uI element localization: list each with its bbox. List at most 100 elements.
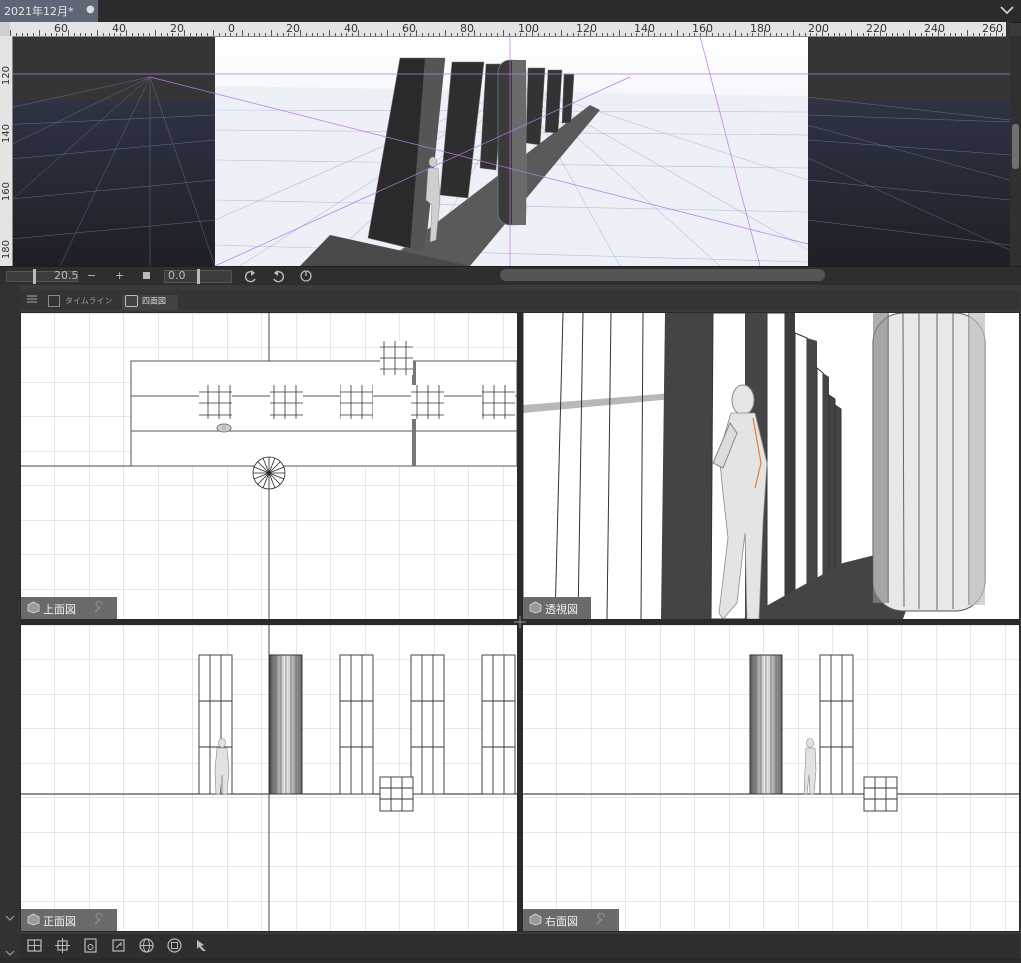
view-label-right-text: 右面図 [545,915,578,928]
ruler-tick [682,33,684,36]
ruler-tick [387,30,388,36]
ruler-tick [798,33,800,36]
ruler-tick [723,33,725,36]
rotate-right-icon[interactable] [271,269,285,283]
ruler-tick [137,33,139,36]
rotation-slider-handle[interactable] [197,269,200,284]
ruler-tick [68,30,69,36]
view-label-front-text: 正面図 [43,915,76,928]
ruler-tick [479,33,481,36]
ruler-tick [439,33,441,36]
perspective-view[interactable]: 透視図 [523,313,1019,619]
view-label-top-text: 上面図 [43,603,76,616]
ruler-tick [56,33,58,36]
canvas-area[interactable] [0,22,1010,266]
panel-menu-icon[interactable] [25,292,39,306]
view-label-perspective[interactable]: 透視図 [523,597,591,619]
ruler-left: 120 140 160 180 [0,36,13,266]
document-tab-close-icon[interactable]: ● [86,4,95,15]
scrollbar-thumb[interactable] [1012,124,1019,169]
ruler-tick [207,33,209,36]
ruler-tick [230,33,232,36]
view-label-top[interactable]: 上面図 [21,597,117,619]
ruler-top-label: 0 [228,22,235,35]
ruler-tick [503,30,504,36]
ruler-tick [555,33,557,36]
ruler-tick [671,33,673,36]
perspective-view-drawing [523,313,1019,619]
ruler-tick [445,30,446,36]
ruler-tick [213,30,214,36]
fit-window-icon[interactable] [143,272,150,279]
ruler-tick [636,33,638,36]
camera-icon [125,295,138,307]
zoom-in-button[interactable]: + [115,269,124,282]
ruler-tick [532,30,533,36]
ruler-tick [242,30,243,36]
ruler-tick [300,30,301,36]
ruler-tick [352,33,354,36]
ruler-tick [897,33,899,36]
ruler-tick [775,33,777,36]
ruler-tick [978,33,980,36]
rotate-left-icon[interactable] [244,269,258,283]
front-view[interactable]: 正面図 [21,625,517,931]
zoom-value[interactable]: 20.5 [54,269,79,282]
wrench-icon[interactable] [93,601,106,614]
ruler-tick [253,33,255,36]
ruler-tick [769,33,771,36]
wrench-icon[interactable] [93,913,106,926]
target-icon[interactable] [166,937,183,954]
ruler-tick [845,33,847,36]
ruler-tick [781,33,783,36]
ruler-tick [909,30,910,36]
camera-icon[interactable] [82,937,99,954]
top-view[interactable]: 上面図 [21,313,517,619]
pin-icon[interactable] [194,937,211,954]
layout-icon[interactable] [26,937,43,954]
sphere-icon[interactable] [138,937,155,954]
cylinder-top [252,456,286,490]
chevron-down-icon[interactable] [5,914,15,922]
center-icon[interactable] [54,937,71,954]
tab-four-view[interactable]: 四面図 [122,295,178,310]
light-icon[interactable] [110,937,127,954]
ruler-tick [363,33,365,36]
tab-four-view-label: 四面図 [142,296,166,306]
ruler-tick [259,33,261,36]
ruler-tick [700,33,702,36]
rotation-value[interactable]: 0.0 [168,269,186,282]
ruler-tick [764,30,765,36]
ruler-tick [914,33,916,36]
ruler-tick [793,30,794,36]
ruler-tick [166,33,168,36]
reset-rotation-icon[interactable] [299,269,313,283]
canvas-scene[interactable] [0,22,1010,266]
chevron-down-icon[interactable] [999,1,1015,19]
ruler-left-label: 120 [1,66,12,86]
ruler-left-label: 180 [1,240,12,260]
zoom-out-button[interactable]: − [87,269,96,282]
document-tab[interactable]: 2021年12月* ● [0,0,98,22]
ruler-tick [549,33,551,36]
ruler-tick [694,33,696,36]
wrench-icon[interactable] [595,913,608,926]
ruler-tick [329,30,330,36]
ruler-tick [172,33,174,36]
view-toolbar [20,934,1020,958]
tab-timeline[interactable]: タイムライン [48,295,118,310]
ruler-tick [160,33,162,36]
ruler-tick [833,33,835,36]
view-splitter-handle[interactable] [514,616,526,628]
ruler-tick [276,33,278,36]
right-view[interactable]: 右面図 [523,625,1019,931]
left-panel-strip [0,284,20,963]
zoom-slider-handle[interactable] [33,269,36,284]
canvas-vertical-scrollbar[interactable] [1010,36,1021,266]
view-label-front[interactable]: 正面図 [21,909,117,931]
view-label-right[interactable]: 右面図 [523,909,619,931]
ruler-tick [21,33,23,36]
chevron-down-icon[interactable] [5,949,15,957]
ruler-tick [572,33,574,36]
horizontal-scrollbar-thumb[interactable] [500,269,825,281]
